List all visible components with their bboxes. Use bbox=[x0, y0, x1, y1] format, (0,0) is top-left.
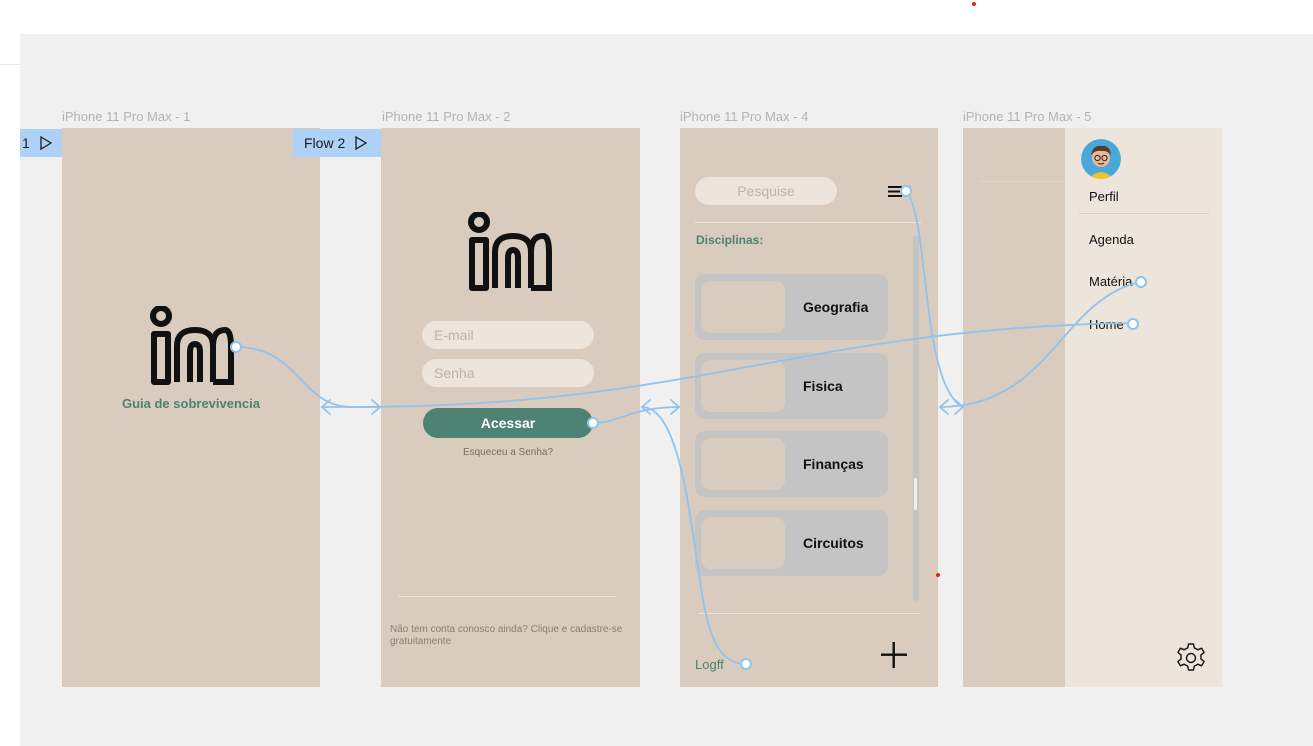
subject-thumbnail bbox=[701, 360, 785, 412]
flow-start-tag-1[interactable]: 1 bbox=[20, 129, 62, 157]
frame-label-1[interactable]: iPhone 11 Pro Max - 1 bbox=[62, 109, 190, 124]
hamburger-icon[interactable] bbox=[888, 186, 902, 197]
forgot-password-link[interactable]: Esqueceu a Senha? bbox=[423, 447, 593, 458]
left-panel-edge bbox=[0, 34, 21, 746]
divider bbox=[981, 181, 1065, 182]
frame-drawer-menu[interactable]: Perfil Agenda Matéria Home bbox=[963, 128, 1222, 687]
linkedin-in-icon bbox=[150, 306, 234, 385]
frame-splash[interactable]: Guia de sobrevivencia bbox=[62, 128, 320, 687]
flow-start-tag-2[interactable]: Flow 2 bbox=[293, 129, 381, 157]
divider bbox=[0, 64, 20, 65]
scrollbar[interactable] bbox=[913, 236, 919, 601]
subject-card[interactable]: Fisica bbox=[695, 353, 888, 419]
subject-card[interactable]: Geografia bbox=[695, 274, 888, 340]
logout-link[interactable]: Logff bbox=[695, 657, 724, 672]
subject-card[interactable]: Circuitos bbox=[695, 510, 888, 576]
frame-label-2[interactable]: iPhone 11 Pro Max - 2 bbox=[382, 109, 510, 124]
frame-login[interactable]: E-mail Senha Acessar Esqueceu a Senha? N… bbox=[381, 128, 640, 687]
play-icon bbox=[40, 136, 52, 150]
scrollbar-thumb[interactable] bbox=[914, 478, 917, 510]
menu-item-home[interactable]: Home bbox=[1089, 317, 1124, 332]
login-button[interactable]: Acessar bbox=[423, 408, 593, 438]
signup-link[interactable]: Não tem conta conosco ainda? Clique e ca… bbox=[390, 624, 635, 648]
play-icon bbox=[355, 136, 368, 150]
subject-label: Geografia bbox=[803, 299, 869, 315]
frame-label-5[interactable]: iPhone 11 Pro Max - 5 bbox=[963, 109, 1091, 124]
subject-card[interactable]: Finanças bbox=[695, 431, 888, 497]
top-toolbar bbox=[0, 0, 1313, 34]
section-title: Disciplinas: bbox=[696, 233, 764, 247]
linkedin-in-icon bbox=[468, 212, 552, 291]
gear-icon[interactable] bbox=[1175, 642, 1207, 674]
password-field[interactable]: Senha bbox=[422, 359, 594, 387]
cursor-marker bbox=[972, 2, 976, 6]
divider bbox=[695, 222, 921, 223]
frame-label-4[interactable]: iPhone 11 Pro Max - 4 bbox=[680, 109, 808, 124]
subject-label: Finanças bbox=[803, 456, 864, 472]
side-drawer: Perfil Agenda Matéria Home bbox=[1065, 128, 1222, 687]
subject-label: Circuitos bbox=[803, 535, 864, 551]
divider bbox=[1079, 213, 1209, 214]
flow-label: Flow 2 bbox=[304, 135, 346, 151]
divider bbox=[698, 613, 920, 614]
email-field[interactable]: E-mail bbox=[422, 321, 594, 349]
plus-icon[interactable] bbox=[879, 640, 909, 670]
subject-label: Fisica bbox=[803, 378, 843, 394]
menu-item-perfil[interactable]: Perfil bbox=[1089, 189, 1119, 204]
search-input[interactable]: Pesquise bbox=[695, 177, 837, 205]
flow-label: 1 bbox=[22, 135, 30, 151]
frame-subjects[interactable]: Pesquise Disciplinas: Geografia Fisica F… bbox=[680, 128, 938, 687]
menu-item-agenda[interactable]: Agenda bbox=[1089, 232, 1134, 247]
app-tagline: Guia de sobrevivencia bbox=[121, 396, 260, 411]
avatar-icon[interactable] bbox=[1081, 139, 1121, 179]
menu-item-materia[interactable]: Matéria bbox=[1089, 274, 1132, 289]
subject-thumbnail bbox=[701, 438, 785, 490]
subject-thumbnail bbox=[701, 517, 785, 569]
subject-thumbnail bbox=[701, 281, 785, 333]
divider bbox=[398, 596, 616, 597]
cursor-marker bbox=[936, 573, 940, 577]
